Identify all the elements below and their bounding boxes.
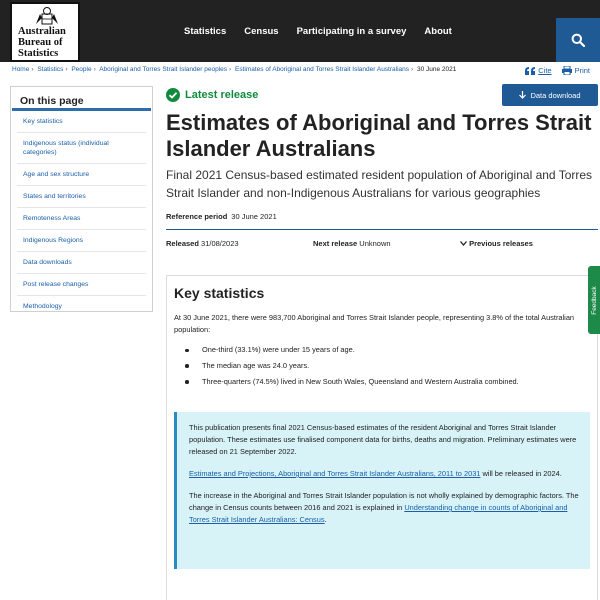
key-statistics-list: One-third (33.1%) were under 15 years of… (185, 345, 519, 393)
abs-logo[interactable]: Australian Bureau of Statistics (10, 2, 80, 62)
latest-release-label: Latest release (185, 89, 259, 101)
info-callout: This publication presents final 2021 Cen… (174, 412, 590, 569)
sidebar-item-indigenous-status[interactable]: Indigenous status (individual categories… (17, 133, 146, 164)
key-statistics-title: Key statistics (174, 285, 265, 301)
print-label: Print (574, 66, 590, 75)
released-date: Released 31/08/2023 (166, 239, 239, 248)
nav-census[interactable]: Census (244, 26, 278, 37)
breadcrumb: Home › Statistics › People › Aboriginal and… (12, 66, 457, 73)
breadcrumb-estimates[interactable]: Estimates of Aboriginal and Torres Strai… (235, 66, 409, 73)
breadcrumb-current: 30 June 2021 (417, 66, 457, 73)
breadcrumb-people[interactable]: People (71, 66, 91, 73)
list-item: Three-quarters (74.5%) lived in New Sout… (185, 377, 519, 387)
sidebar-item-methodology[interactable]: Methodology (17, 296, 146, 317)
release-meta: Released 31/08/2023 Next release Unknown… (166, 230, 598, 254)
page-actions: Cite Print (525, 66, 590, 75)
main-content: Latest release Data download Estimates o… (166, 84, 598, 254)
previous-releases-toggle[interactable]: Previous releases (460, 239, 533, 248)
sidebar-item-key-statistics[interactable]: Key statistics (17, 111, 146, 133)
nav-about[interactable]: About (424, 26, 451, 37)
list-item: The median age was 24.0 years. (185, 361, 519, 371)
list-item: One-third (33.1%) were under 15 years of… (185, 345, 519, 355)
check-circle-icon (166, 88, 180, 102)
site-header: Australian Bureau of Statistics Statisti… (0, 0, 600, 62)
quote-icon (525, 66, 536, 75)
print-link[interactable]: Print (561, 66, 590, 75)
sidebar-title: On this page (12, 87, 151, 111)
sidebar-item-data-downloads[interactable]: Data downloads (17, 252, 146, 274)
main-nav: Statistics Census Participating in a sur… (184, 0, 470, 62)
info-paragraph-1: This publication presents final 2021 Cen… (189, 423, 577, 456)
info-paragraph-3: The increase in the Aboriginal and Torre… (189, 491, 579, 524)
sidebar-item-remoteness[interactable]: Remoteness Areas (17, 208, 146, 230)
breadcrumb-indigenous-peoples[interactable]: Aboriginal and Torres Strait Islander pe… (99, 66, 227, 73)
coat-of-arms-icon (36, 7, 58, 25)
sidebar-item-age-sex[interactable]: Age and sex structure (17, 164, 146, 186)
cite-label: Cite (538, 66, 552, 75)
next-release: Next release Unknown (313, 239, 391, 248)
breadcrumb-statistics[interactable]: Statistics (37, 66, 63, 73)
key-statistics-intro: At 30 June 2021, there were 983,700 Abor… (174, 313, 575, 334)
page-title: Estimates of Aboriginal and Torres Strai… (166, 110, 592, 161)
feedback-label: Feedback (590, 285, 598, 315)
data-download-label: Data download (530, 90, 581, 100)
chevron-down-icon (460, 241, 467, 246)
key-statistics-panel: Key statistics At 30 June 2021, there we… (166, 275, 598, 600)
sidebar-item-post-release[interactable]: Post release changes (17, 274, 146, 296)
data-download-button[interactable]: Data download (502, 84, 598, 106)
download-arrow-icon (519, 91, 527, 99)
latest-release-badge: Latest release (166, 88, 258, 102)
search-button[interactable] (556, 18, 600, 62)
breadcrumb-home[interactable]: Home (12, 66, 29, 73)
feedback-tab[interactable]: Feedback (588, 266, 600, 334)
sidebar-item-states[interactable]: States and territories (17, 186, 146, 208)
nav-statistics[interactable]: Statistics (184, 26, 226, 37)
sidebar-item-indigenous-regions[interactable]: Indigenous Regions (17, 230, 146, 252)
page-subtitle: Final 2021 Census-based estimated reside… (166, 168, 593, 200)
estimates-projections-link[interactable]: Estimates and Projections, Aboriginal an… (189, 469, 480, 478)
on-this-page-sidebar: On this page Key statistics Indigenous s… (10, 86, 153, 312)
info-paragraph-2: Estimates and Projections, Aboriginal an… (189, 469, 562, 478)
printer-icon (561, 66, 572, 75)
search-icon (571, 33, 585, 47)
logo-text: Australian Bureau of Statistics (18, 26, 66, 59)
reference-period: Reference period 30 June 2021 (166, 212, 277, 221)
cite-link[interactable]: Cite (525, 66, 552, 75)
nav-participating[interactable]: Participating in a survey (297, 26, 407, 37)
